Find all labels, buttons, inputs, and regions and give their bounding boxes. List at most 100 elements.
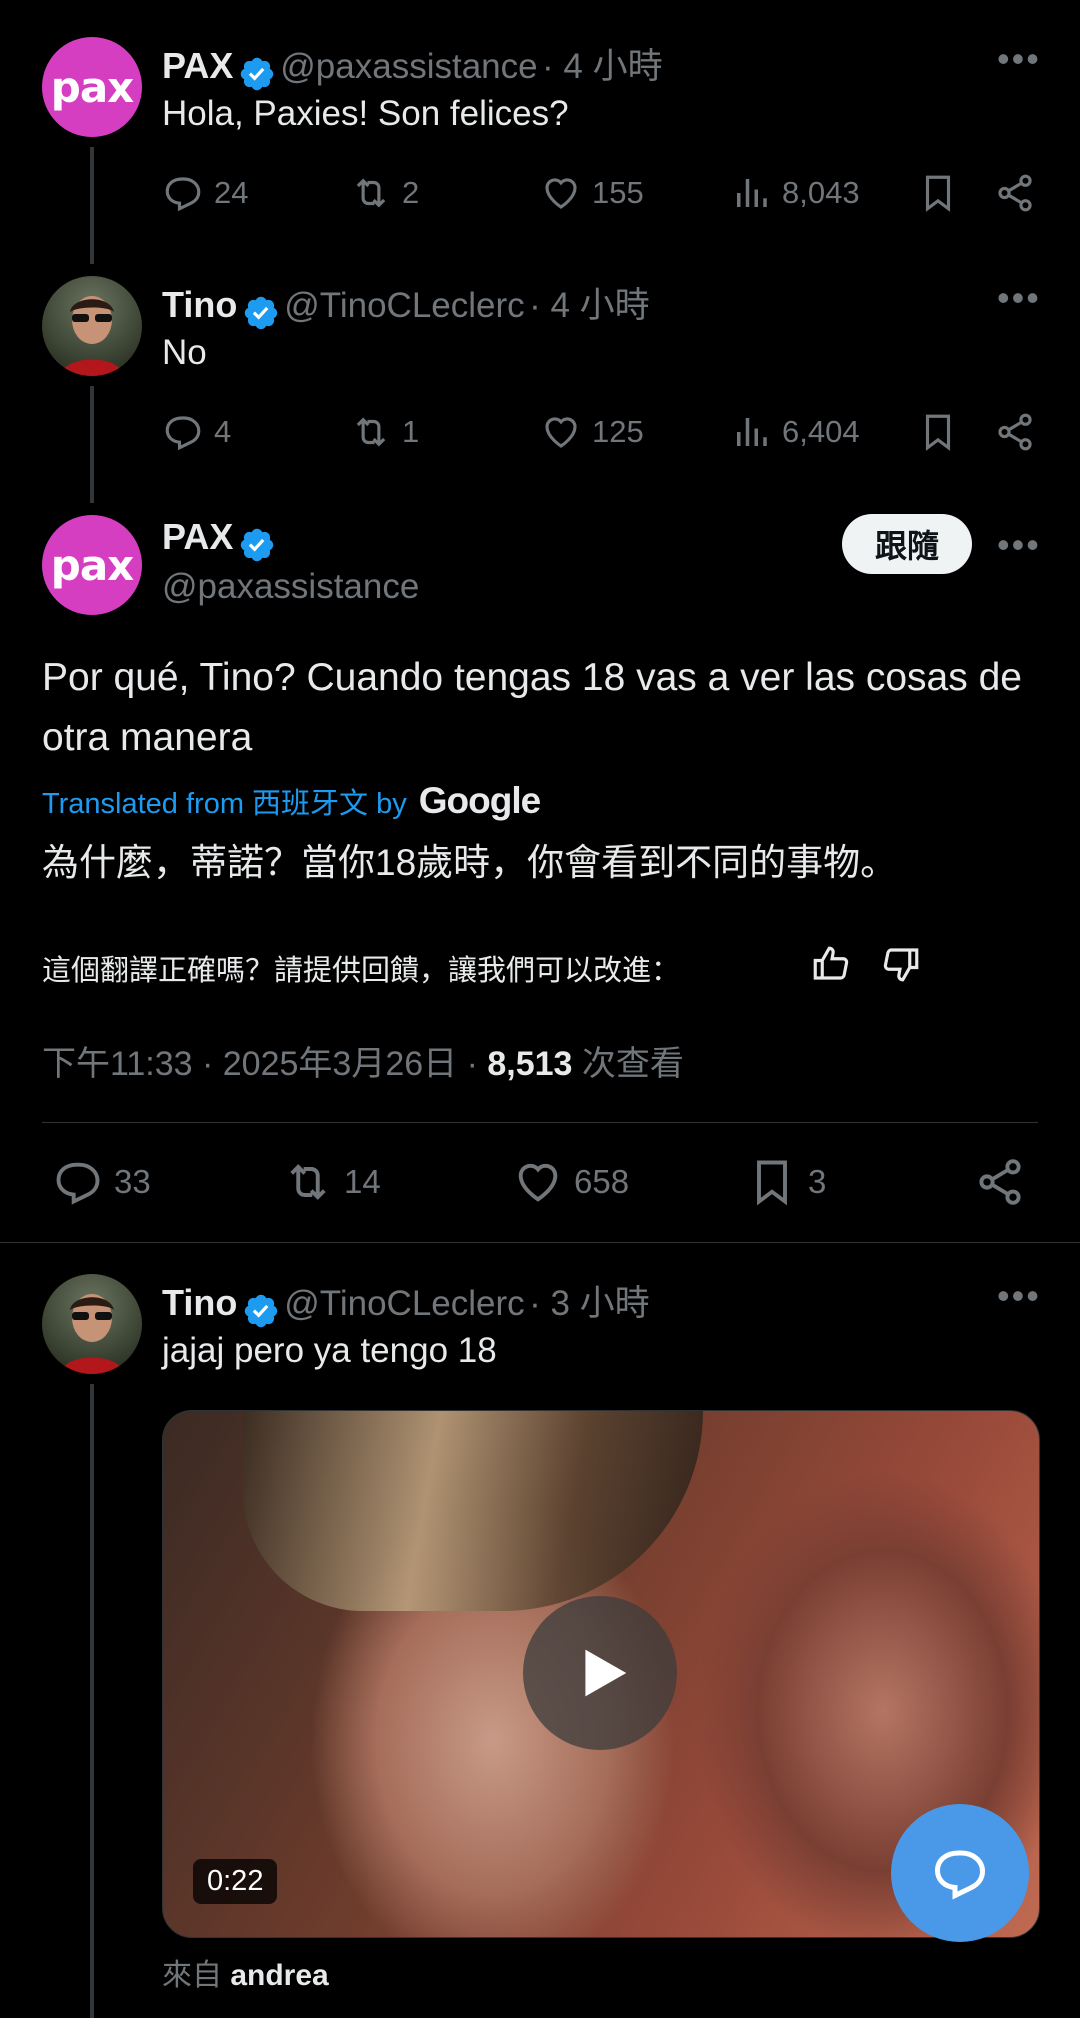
avatar[interactable] [42, 276, 142, 376]
retweet-button[interactable]: 1 [350, 411, 419, 453]
thumbs-down-button[interactable] [880, 943, 922, 990]
author-name[interactable]: PAX [162, 45, 233, 86]
like-button[interactable]: 125 [540, 411, 644, 453]
retweet-count: 1 [402, 414, 420, 449]
reply-count: 24 [214, 175, 249, 210]
verified-badge-icon [244, 1294, 278, 1327]
divider [0, 1242, 1080, 1243]
bookmark-icon [757, 1160, 787, 1206]
like-count: 658 [574, 1163, 630, 1200]
like-count: 155 [592, 175, 644, 210]
reply-count: 33 [114, 1163, 151, 1200]
thumbs-up-button[interactable] [810, 943, 852, 990]
from-label: 來自 [162, 1959, 222, 1992]
avatar-photo [60, 1294, 124, 1374]
reply-button[interactable]: 4 [162, 411, 231, 453]
avatar-photo [60, 296, 124, 376]
post-metadata: 下午11:33 · 2025年3月26日 · 8,513 次查看 [42, 1036, 684, 1085]
follow-button[interactable]: 跟隨 [842, 514, 972, 574]
post-time: · 3 小時 [529, 1284, 650, 1323]
thumbs-down-icon [883, 948, 919, 982]
analytics-icon [737, 418, 767, 446]
share-icon [998, 413, 1032, 451]
views-button[interactable]: 6,404 [730, 411, 860, 453]
bookmark-count: 3 [808, 1163, 827, 1200]
reply-button[interactable]: 24 [162, 172, 248, 214]
share-button[interactable] [994, 411, 1036, 458]
retweet-icon [356, 178, 386, 208]
tweet-header: Tino @TinoCLeclerc · 3 小時 [162, 1275, 650, 1330]
tweet-text: Hola, Paxies! Son felices? [162, 94, 569, 133]
avatar[interactable] [42, 1274, 142, 1374]
play-button[interactable] [523, 1596, 677, 1750]
author-name[interactable]: Tino [162, 1282, 237, 1323]
main-author: PAX [162, 516, 276, 564]
views-button[interactable]: 8,043 [730, 172, 860, 214]
reply-button[interactable]: 33 [52, 1156, 151, 1208]
share-icon [998, 174, 1032, 212]
like-button[interactable]: 155 [540, 172, 644, 214]
like-button[interactable]: 658 [512, 1156, 629, 1208]
tweet-text: jajaj pero ya tengo 18 [162, 1331, 497, 1370]
bookmark-button[interactable] [917, 172, 959, 219]
retweet-button[interactable]: 14 [282, 1156, 381, 1208]
like-count: 125 [592, 414, 644, 449]
bookmark-icon [925, 175, 951, 212]
google-logo: Google [418, 780, 541, 821]
views-label: 次查看 [581, 1045, 684, 1083]
verified-badge-icon [244, 296, 278, 329]
share-button[interactable] [994, 172, 1036, 219]
share-icon [979, 1159, 1021, 1205]
share-button[interactable] [974, 1156, 1026, 1213]
translation-attribution: Translated from 西班牙文 by Google [42, 780, 541, 822]
main-tweet-text: Por qué, Tino? Cuando tengas 18 vas a ve… [42, 656, 1022, 759]
reply-icon [165, 416, 201, 451]
view-count: 6,404 [782, 414, 860, 449]
author-name[interactable]: Tino [162, 284, 237, 325]
view-count: 8,513 [487, 1045, 573, 1083]
author-name[interactable]: PAX [162, 516, 233, 557]
analytics-icon [737, 179, 767, 207]
chat-bubble-icon [934, 1850, 986, 1900]
heart-icon [545, 178, 577, 209]
divider [42, 1122, 1038, 1123]
more-options-icon[interactable]: ••• [997, 1275, 1041, 1317]
author-handle[interactable]: @paxassistance [280, 47, 537, 86]
source-user[interactable]: andrea [230, 1959, 328, 1992]
translated-text: 為什麼，蒂諾？當你18歲時，你會看到不同的事物。 [42, 842, 898, 883]
verified-badge-icon [240, 57, 274, 90]
tweet-header: PAX @paxassistance · 4 小時 [162, 38, 663, 93]
tweet-text: No [162, 333, 207, 372]
play-icon [585, 1649, 627, 1697]
author-handle[interactable]: @paxassistance [162, 567, 419, 607]
compose-reply-button[interactable] [891, 1804, 1029, 1942]
translated-from-link[interactable]: Translated from 西班牙文 by [42, 780, 407, 822]
heart-icon [518, 1163, 558, 1202]
more-options-icon[interactable]: ••• [997, 524, 1041, 566]
reply-icon [56, 1162, 100, 1205]
bookmark-button[interactable]: 3 [746, 1156, 826, 1208]
post-timestamp: 下午11:33 · 2025年3月26日 · [42, 1045, 478, 1083]
bookmark-button[interactable] [917, 411, 959, 458]
retweet-icon [290, 1164, 326, 1200]
pax-logo: pax [50, 62, 134, 112]
post-time: · 4 小時 [529, 286, 650, 325]
thread-line [90, 1384, 94, 2018]
avatar[interactable]: pax [42, 37, 142, 137]
video-frame [243, 1411, 703, 1611]
author-handle[interactable]: @TinoCLeclerc [284, 286, 524, 325]
author-handle[interactable]: @TinoCLeclerc [284, 1284, 524, 1323]
retweet-count: 14 [344, 1163, 381, 1200]
translation-feedback: 這個翻譯正確嗎？請提供回饋，讓我們可以改進： [42, 955, 681, 987]
post-time: · 4 小時 [542, 47, 663, 86]
more-options-icon[interactable]: ••• [997, 277, 1041, 319]
verified-badge-icon [240, 528, 274, 561]
reply-icon [165, 177, 201, 212]
retweet-button[interactable]: 2 [350, 172, 419, 214]
pax-logo: pax [50, 540, 134, 590]
thread-line [90, 386, 94, 503]
video-duration: 0:22 [193, 1859, 278, 1904]
avatar[interactable]: pax [42, 515, 142, 615]
tweet-header: Tino @TinoCLeclerc · 4 小時 [162, 277, 650, 332]
more-options-icon[interactable]: ••• [997, 38, 1041, 80]
